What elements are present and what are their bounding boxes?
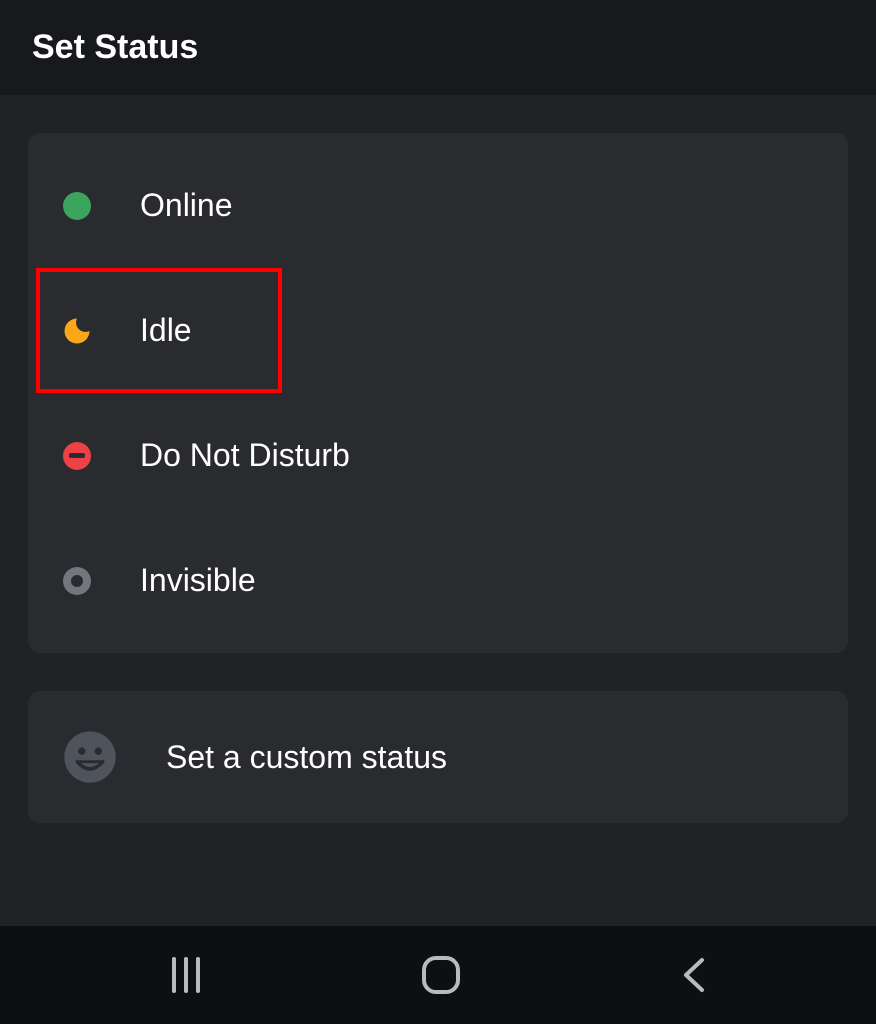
status-option-online[interactable]: Online [28, 143, 848, 268]
recents-icon [168, 956, 204, 994]
page-title: Set Status [32, 28, 844, 67]
home-button[interactable] [390, 944, 492, 1006]
status-label: Idle [140, 312, 192, 349]
invisible-icon [62, 566, 92, 596]
navigation-bar [0, 926, 876, 1024]
dnd-icon [62, 441, 92, 471]
status-option-dnd[interactable]: Do Not Disturb [28, 393, 848, 518]
status-option-idle[interactable]: Idle [28, 268, 848, 393]
status-option-invisible[interactable]: Invisible [28, 518, 848, 643]
custom-status-label: Set a custom status [166, 739, 447, 776]
status-label: Online [140, 187, 233, 224]
smiley-icon [62, 729, 118, 785]
recents-button[interactable] [138, 946, 234, 1004]
home-icon [420, 954, 462, 996]
idle-icon [62, 316, 92, 346]
header: Set Status [0, 0, 876, 95]
online-icon [62, 191, 92, 221]
back-icon [678, 954, 708, 996]
custom-status-button[interactable]: Set a custom status [28, 691, 848, 823]
back-button[interactable] [648, 944, 738, 1006]
status-label: Do Not Disturb [140, 437, 350, 474]
status-options-panel: Online Idle Do Not Disturb Invisible [28, 133, 848, 653]
content-area: Online Idle Do Not Disturb Invisible [0, 95, 876, 926]
status-label: Invisible [140, 562, 256, 599]
